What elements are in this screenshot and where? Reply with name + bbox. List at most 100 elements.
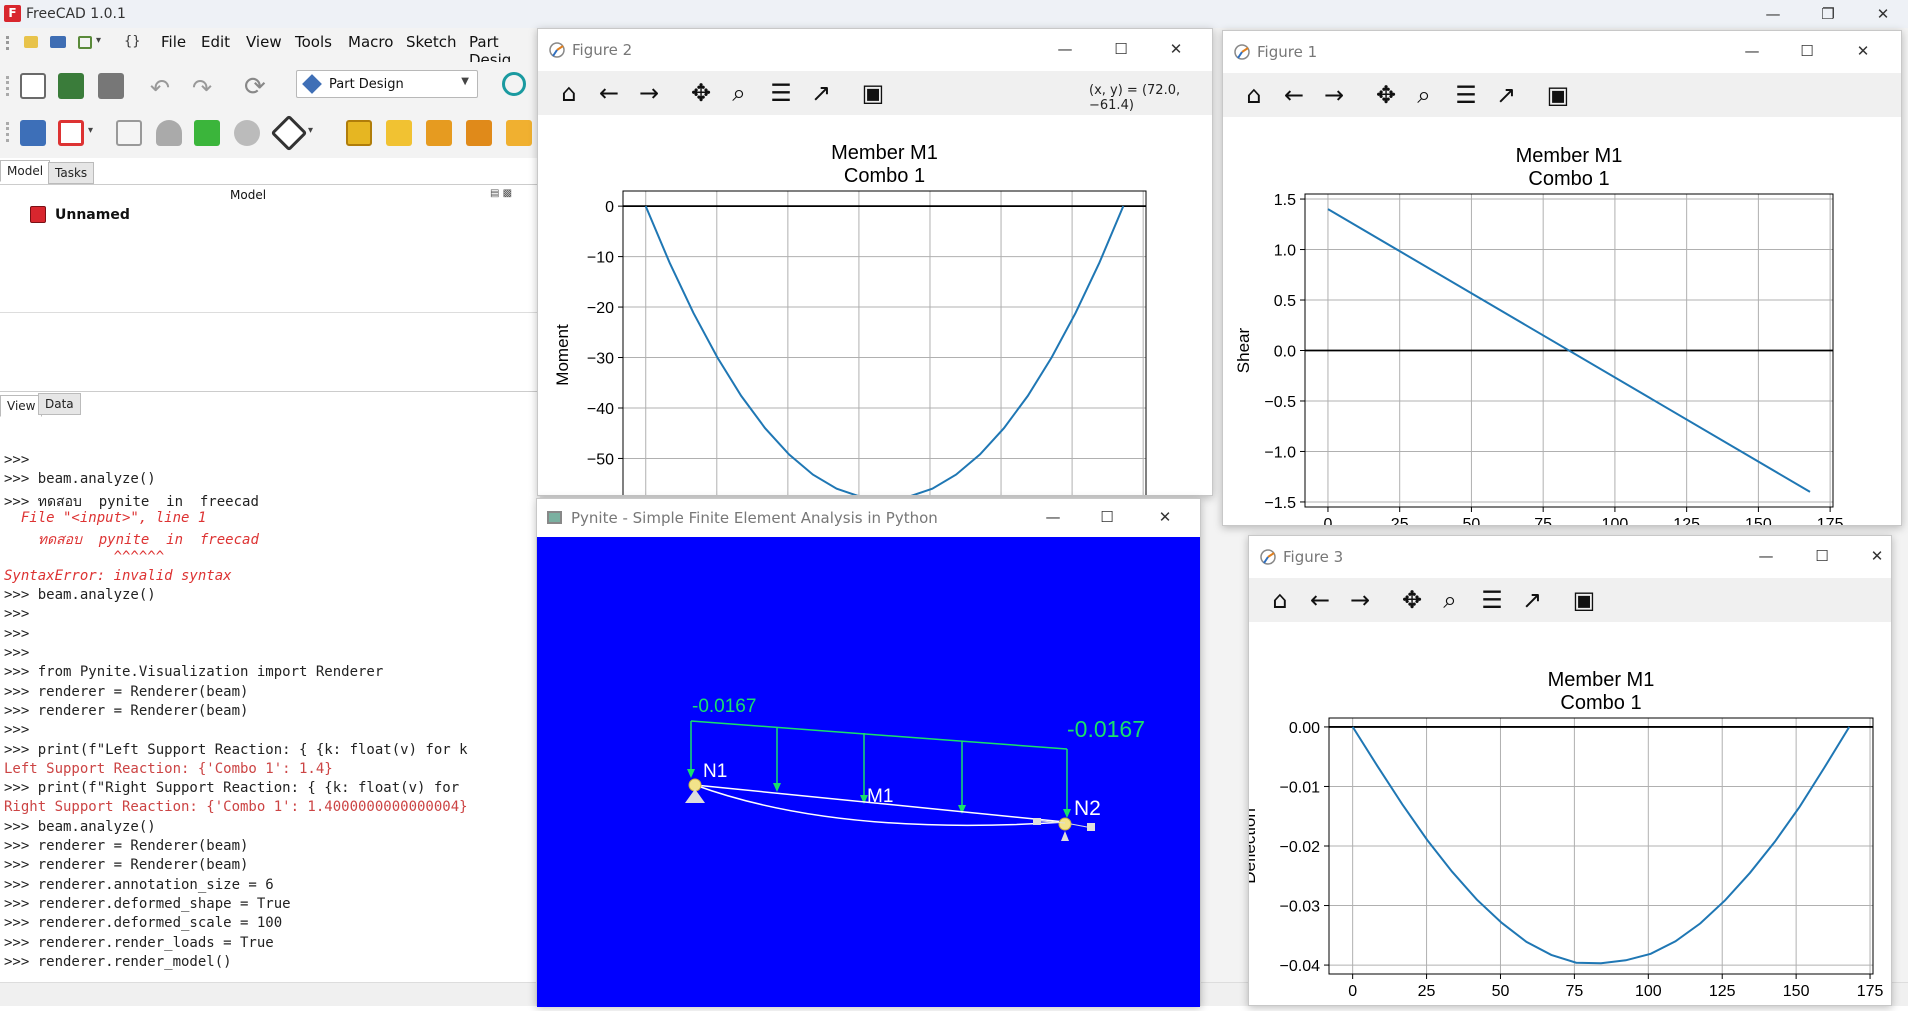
- y-tick-label: −1.0: [1264, 444, 1296, 461]
- zoom-icon[interactable]: ⌕: [1409, 81, 1439, 109]
- zoom-icon[interactable]: ⌕: [724, 79, 754, 107]
- y-tick-label: 0.0: [1274, 344, 1296, 361]
- back-icon[interactable]: ←: [1305, 586, 1335, 614]
- arrowhead: [1063, 809, 1071, 818]
- shape-binder-icon[interactable]: [194, 120, 220, 146]
- save-icon[interactable]: ▣: [1543, 81, 1573, 109]
- pad-icon[interactable]: [346, 120, 372, 146]
- menu-tools[interactable]: Tools: [295, 33, 332, 51]
- x-tick-label: 175: [1857, 983, 1884, 1000]
- figure3-maximize-button[interactable]: ☐: [1799, 544, 1845, 568]
- workbench-selector[interactable]: Part Design ▼: [296, 70, 478, 98]
- tab-data[interactable]: Data: [38, 393, 81, 415]
- pan-icon[interactable]: ✥: [1397, 586, 1427, 614]
- figure3-close-button[interactable]: ✕: [1854, 544, 1900, 568]
- additive-loft-icon[interactable]: [426, 120, 452, 146]
- close-button[interactable]: ✕: [1860, 2, 1906, 26]
- figure1-toolbar: ⌂ ← → ✥ ⌕ ☰ ↗ ▣: [1223, 73, 1901, 117]
- console-line: >>>: [4, 452, 30, 468]
- zoom-icon[interactable]: ⌕: [1435, 586, 1465, 614]
- open-folder-icon[interactable]: [50, 36, 66, 48]
- tab-tasks[interactable]: Tasks: [48, 162, 95, 184]
- pan-icon[interactable]: ✥: [1371, 81, 1401, 109]
- pan-icon[interactable]: ✥: [686, 79, 716, 107]
- back-icon[interactable]: ←: [594, 79, 624, 107]
- forward-icon[interactable]: →: [1345, 586, 1375, 614]
- shear-chart[interactable]: Member M1Combo 1 0 25 50 75 100 125 150 175 1.5 1.…: [1223, 117, 1901, 525]
- figure1-minimize-button[interactable]: —: [1729, 39, 1775, 63]
- home-icon[interactable]: ⌂: [554, 79, 584, 107]
- support-link: [1070, 823, 1088, 828]
- home-icon[interactable]: ⌂: [1265, 586, 1295, 614]
- std-icon[interactable]: [24, 36, 38, 48]
- beam-model[interactable]: -0.0167 -0.0167 N1 N2 M1: [537, 537, 1200, 1007]
- revolution-icon[interactable]: [386, 120, 412, 146]
- redo-icon[interactable]: ↷: [192, 74, 212, 102]
- figure2-maximize-button[interactable]: ☐: [1098, 37, 1144, 61]
- figure2-close-button[interactable]: ✕: [1153, 37, 1199, 61]
- console-line: >>> renderer = Renderer(beam): [4, 857, 249, 874]
- edit-axes-icon[interactable]: ↗: [1517, 586, 1547, 614]
- menu-sketch[interactable]: Sketch: [406, 33, 457, 51]
- y-tick-label: −10: [587, 250, 614, 267]
- menu-edit[interactable]: Edit: [201, 33, 230, 51]
- refresh-icon[interactable]: ⟳: [244, 72, 266, 102]
- tab-view[interactable]: View: [0, 395, 43, 417]
- undo-icon[interactable]: ↶: [150, 74, 170, 102]
- pynite-close-button[interactable]: ✕: [1142, 505, 1188, 529]
- y-axis-label: Deflection: [1249, 808, 1259, 884]
- macro-braces-icon[interactable]: {}: [124, 34, 141, 49]
- python-console[interactable]: >>> >>> beam.analyze() >>> ทดสอบ pynite in…: [0, 448, 540, 982]
- forward-icon[interactable]: →: [634, 79, 664, 107]
- figure3-minimize-button[interactable]: —: [1743, 544, 1789, 568]
- document-icon: [30, 206, 46, 223]
- configure-icon[interactable]: ☰: [1477, 586, 1507, 614]
- sketch-icon[interactable]: [58, 120, 84, 146]
- y-tick-label: 0.5: [1274, 293, 1296, 310]
- menu-view[interactable]: View: [246, 33, 282, 51]
- export-icon[interactable]: [78, 36, 92, 49]
- figure2-minimize-button[interactable]: —: [1042, 37, 1088, 61]
- y-tick-label: 0.00: [1289, 720, 1320, 737]
- moment-chart[interactable]: Member M1Combo 10−10−20−30−40−50−60Momen…: [538, 115, 1212, 495]
- additive-helix-icon[interactable]: [506, 120, 532, 146]
- menu-file[interactable]: File: [161, 33, 186, 51]
- tab-model[interactable]: Model: [0, 160, 51, 182]
- configure-icon[interactable]: ☰: [1451, 81, 1481, 109]
- edit-axes-icon[interactable]: ↗: [806, 79, 836, 107]
- home-icon[interactable]: ⌂: [1239, 81, 1269, 109]
- body-icon[interactable]: [20, 120, 46, 146]
- matplotlib-icon: [549, 42, 565, 58]
- export-dropdown-icon[interactable]: ▾: [96, 35, 101, 46]
- menu-macro[interactable]: Macro: [348, 33, 393, 51]
- zoom-icon[interactable]: [502, 72, 526, 96]
- edit-axes-icon[interactable]: ↗: [1491, 81, 1521, 109]
- save-icon[interactable]: ▣: [858, 79, 888, 107]
- open-document-icon[interactable]: [58, 73, 84, 99]
- sketch-dropdown-icon[interactable]: ▾: [88, 125, 93, 136]
- pynite-maximize-button[interactable]: ☐: [1084, 505, 1130, 529]
- float-icon[interactable]: ▤ ▩: [490, 188, 512, 199]
- restore-button[interactable]: ❐: [1805, 2, 1851, 26]
- back-icon[interactable]: ←: [1279, 81, 1309, 109]
- pynite-minimize-button[interactable]: —: [1030, 505, 1076, 529]
- new-document-icon[interactable]: [20, 73, 46, 99]
- datum-icon[interactable]: [270, 114, 308, 152]
- arrowhead: [687, 769, 695, 778]
- additive-pipe-icon[interactable]: [466, 120, 492, 146]
- figure1-maximize-button[interactable]: ☐: [1784, 39, 1830, 63]
- configure-icon[interactable]: ☰: [766, 79, 796, 107]
- forward-icon[interactable]: →: [1319, 81, 1349, 109]
- figure1-close-button[interactable]: ✕: [1840, 39, 1886, 63]
- document-item[interactable]: Unnamed: [55, 207, 130, 223]
- minimize-button[interactable]: —: [1750, 2, 1796, 26]
- datum-dropdown-icon[interactable]: ▾: [308, 125, 313, 136]
- save-icon[interactable]: [98, 73, 124, 99]
- subshape-binder-icon[interactable]: [234, 120, 260, 146]
- deflection-chart[interactable]: Member M1Combo 1 0 25 50 75 100 125 150 175 0.00 −…: [1249, 622, 1891, 1006]
- render-viewport[interactable]: -0.0167 -0.0167 N1 N2 M1: [537, 537, 1200, 1007]
- save-icon[interactable]: ▣: [1569, 586, 1599, 614]
- tab-divider: [0, 184, 540, 185]
- clone-icon[interactable]: [156, 120, 182, 146]
- validate-sketch-icon[interactable]: [116, 120, 142, 146]
